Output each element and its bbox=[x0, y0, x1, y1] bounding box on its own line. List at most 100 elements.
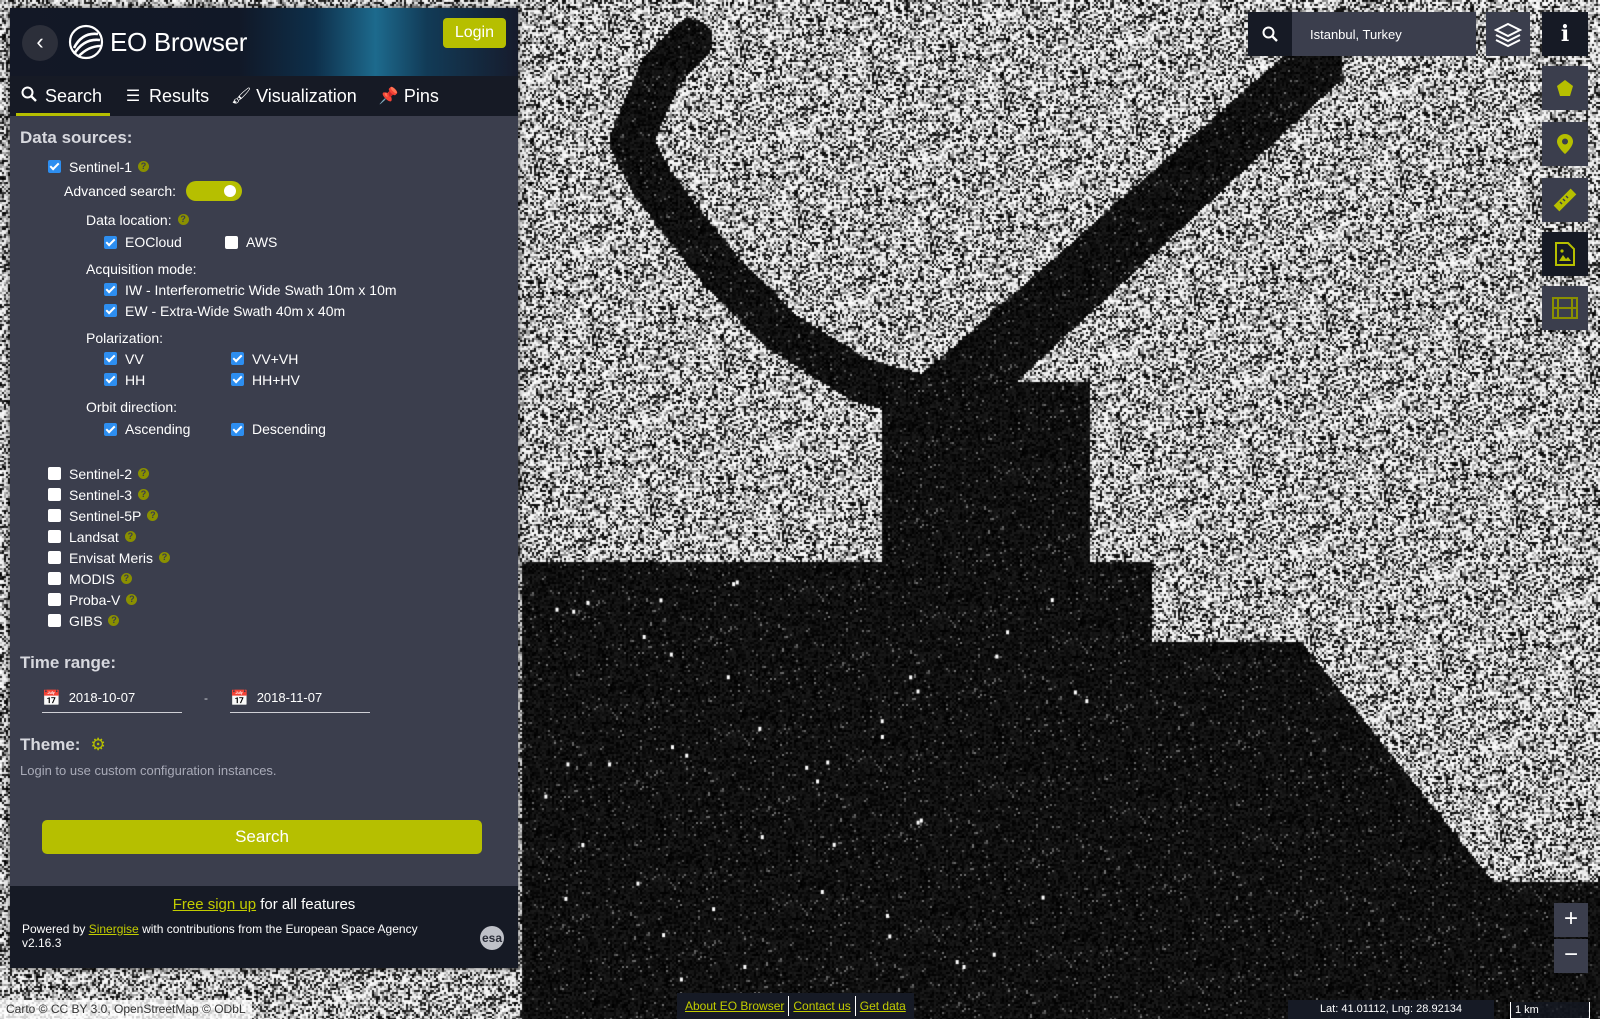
signup-rest: for all features bbox=[256, 896, 356, 913]
datasource-row[interactable]: Sentinel-2 ? bbox=[20, 463, 508, 484]
help-icon[interactable]: ? bbox=[120, 573, 132, 584]
datasource-label: Sentinel-3 bbox=[69, 486, 133, 503]
layers-button[interactable] bbox=[1486, 12, 1530, 56]
footer-links: About EO Browser Contact us Get data bbox=[677, 993, 914, 1019]
sentinel1-label: Sentinel-1 bbox=[69, 158, 133, 175]
iw-checkbox[interactable] bbox=[104, 283, 117, 296]
envisat-checkbox[interactable] bbox=[48, 551, 61, 564]
tab-pins[interactable]: 📌 Pins bbox=[379, 76, 451, 116]
chevron-left-icon: ‹ bbox=[36, 29, 44, 54]
powered-suffix: with contributions from the European Spa… bbox=[138, 922, 418, 936]
sentinel1-checkbox[interactable] bbox=[48, 160, 61, 173]
help-icon[interactable]: ? bbox=[126, 594, 138, 605]
theme-title: Theme: bbox=[20, 735, 81, 754]
sentinel2-checkbox[interactable] bbox=[48, 467, 61, 480]
tab-label: Search bbox=[45, 85, 103, 106]
eocloud-checkbox[interactable] bbox=[104, 235, 117, 249]
data-location-options: EOCloud AWS bbox=[20, 230, 508, 254]
info-icon: i bbox=[1560, 21, 1570, 47]
datasource-row[interactable]: Envisat Meris ? bbox=[20, 547, 508, 568]
search-button[interactable]: Search bbox=[42, 820, 482, 854]
landsat-checkbox[interactable] bbox=[48, 530, 61, 543]
polarization-row-1: VV VV+VH bbox=[20, 348, 508, 369]
modis-checkbox[interactable] bbox=[48, 572, 61, 585]
help-icon[interactable]: ? bbox=[138, 468, 150, 479]
sinergise-link[interactable]: Sinergise bbox=[89, 922, 139, 936]
image-export-icon bbox=[1555, 242, 1575, 266]
location-search-value[interactable]: Istanbul, Turkey bbox=[1292, 27, 1402, 42]
sentinel3-checkbox[interactable] bbox=[48, 488, 61, 501]
scale-bar: 1 km bbox=[1510, 1002, 1590, 1019]
help-icon[interactable]: ? bbox=[147, 510, 159, 521]
map-attribution: Carto © CC BY 3.0, OpenStreetMap © ODbL bbox=[0, 1000, 252, 1019]
advanced-search-row: Advanced search: bbox=[20, 177, 508, 205]
search-icon[interactable] bbox=[1248, 12, 1292, 56]
acquisition-ew-row[interactable]: EW - Extra-Wide Swath 40m x 40m bbox=[20, 300, 508, 321]
ruler-icon bbox=[1553, 188, 1577, 212]
help-icon[interactable]: ? bbox=[138, 161, 150, 172]
datasource-row[interactable]: Sentinel-3 ? bbox=[20, 484, 508, 505]
descending-checkbox[interactable] bbox=[231, 422, 244, 436]
acquisition-iw-row[interactable]: IW - Interferometric Wide Swath 10m x 10… bbox=[20, 279, 508, 300]
vv-checkbox[interactable] bbox=[104, 352, 117, 365]
tab-label: Results bbox=[149, 85, 210, 106]
tab-search[interactable]: Search bbox=[15, 76, 114, 116]
help-icon[interactable]: ? bbox=[159, 552, 171, 563]
tab-visualization[interactable]: 🖌 Visualization bbox=[231, 76, 369, 116]
zoom-out-button[interactable]: − bbox=[1554, 939, 1588, 973]
date-from-value: 2018-10-07 bbox=[68, 690, 136, 705]
polarization-title: Polarization: bbox=[86, 329, 164, 346]
gibs-checkbox[interactable] bbox=[48, 614, 61, 627]
polarization-row-2: HH HH+HV bbox=[20, 369, 508, 390]
image-export-button[interactable] bbox=[1542, 232, 1588, 276]
probav-checkbox[interactable] bbox=[48, 593, 61, 606]
login-button[interactable]: Login bbox=[442, 18, 506, 48]
help-icon[interactable]: ? bbox=[108, 615, 120, 626]
datasource-row[interactable]: MODIS ? bbox=[20, 568, 508, 589]
sentinel5p-checkbox[interactable] bbox=[48, 509, 61, 522]
vv-vh-checkbox[interactable] bbox=[231, 352, 244, 365]
aws-checkbox[interactable] bbox=[225, 235, 238, 249]
orbit-options: Ascending Descending bbox=[20, 417, 508, 441]
datasource-row[interactable]: Landsat ? bbox=[20, 526, 508, 547]
collapse-panel-button[interactable]: ‹ bbox=[22, 25, 58, 61]
sentinel1-row[interactable]: Sentinel-1 ? bbox=[20, 156, 508, 177]
hh-checkbox[interactable] bbox=[104, 373, 117, 386]
info-button[interactable]: i bbox=[1542, 12, 1588, 56]
eo-logo-icon bbox=[68, 24, 104, 60]
free-signup-link[interactable]: Free sign up bbox=[173, 896, 256, 913]
zoom-in-button[interactable]: + bbox=[1554, 903, 1588, 937]
gear-icon[interactable]: ⚙ bbox=[90, 735, 105, 755]
data-location-title: Data location: bbox=[86, 211, 172, 228]
get-data-link[interactable]: Get data bbox=[856, 999, 910, 1013]
contact-link[interactable]: Contact us bbox=[789, 999, 854, 1013]
datasource-row[interactable]: Sentinel-5P ? bbox=[20, 505, 508, 526]
orbit-direction-title: Orbit direction: bbox=[86, 398, 178, 415]
polygon-icon bbox=[1557, 80, 1573, 96]
date-from-input[interactable]: 📅 2018-10-07 bbox=[42, 683, 182, 713]
location-search[interactable]: Istanbul, Turkey bbox=[1248, 12, 1476, 56]
descending-label: Descending bbox=[252, 421, 326, 437]
ascending-label: Ascending bbox=[125, 421, 191, 437]
date-to-input[interactable]: 📅 2018-11-07 bbox=[230, 683, 370, 713]
pin-icon: 📌 bbox=[378, 88, 399, 105]
about-link[interactable]: About EO Browser bbox=[681, 999, 788, 1013]
acquisition-mode-title: Acquisition mode: bbox=[86, 260, 197, 277]
help-icon[interactable]: ? bbox=[124, 531, 136, 542]
datasource-row[interactable]: Proba-V ? bbox=[20, 589, 508, 610]
help-icon[interactable]: ? bbox=[177, 214, 189, 225]
datasource-row[interactable]: GIBS ? bbox=[20, 610, 508, 631]
ascending-checkbox[interactable] bbox=[104, 422, 117, 436]
draw-area-button[interactable] bbox=[1542, 66, 1588, 110]
measure-button[interactable] bbox=[1542, 178, 1588, 222]
mark-location-button[interactable] bbox=[1542, 122, 1588, 166]
tab-label: Pins bbox=[403, 85, 439, 106]
ew-checkbox[interactable] bbox=[104, 304, 117, 317]
search-panel: ‹ EO Browser Login Search ☰ Results 🖌 Vi… bbox=[10, 8, 518, 968]
tab-results[interactable]: ☰ Results bbox=[124, 76, 221, 116]
timelapse-button[interactable] bbox=[1542, 286, 1588, 330]
advanced-search-toggle[interactable] bbox=[186, 181, 243, 201]
vv-vh-label: VV+VH bbox=[252, 350, 299, 367]
hh-hv-checkbox[interactable] bbox=[231, 373, 244, 386]
help-icon[interactable]: ? bbox=[138, 489, 150, 500]
